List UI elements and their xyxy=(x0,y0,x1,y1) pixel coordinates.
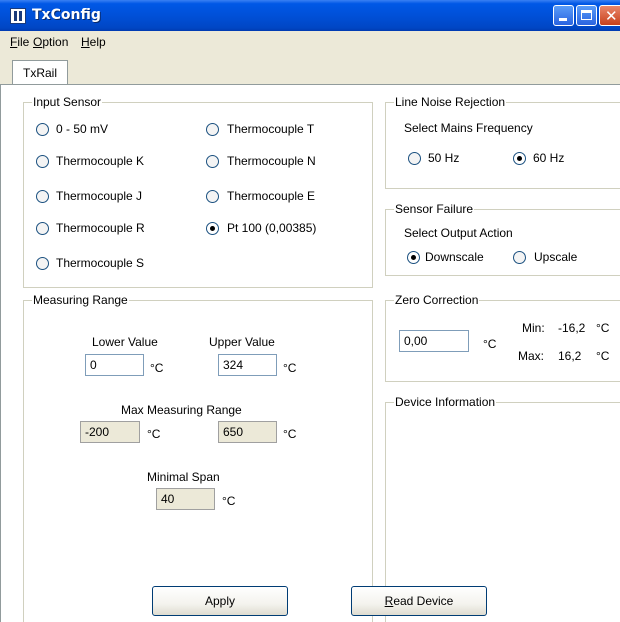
title-bar[interactable]: TxConfig ✕ xyxy=(0,0,620,31)
label-downscale: Downscale xyxy=(425,250,484,264)
tab-txrail[interactable]: TxRail xyxy=(12,60,68,84)
mains-frequency-prompt: Select Mains Frequency xyxy=(404,121,533,135)
radio-downscale[interactable] xyxy=(407,251,420,264)
maximize-button[interactable] xyxy=(576,5,597,26)
output-action-prompt: Select Output Action xyxy=(404,226,513,240)
device-information-title: Device Information xyxy=(394,395,497,409)
zero-correction-unit: °C xyxy=(483,337,497,351)
maximize-icon xyxy=(581,10,592,20)
max-range-min-unit: °C xyxy=(147,427,161,441)
lower-value-label: Lower Value xyxy=(92,335,158,349)
label-upscale: Upscale xyxy=(534,250,578,264)
read-device-label-rest: ead Device xyxy=(393,594,454,608)
label-thermocouple-s: Thermocouple S xyxy=(56,256,145,270)
zero-min-value: -16,2 xyxy=(558,321,586,335)
max-measuring-range-label: Max Measuring Range xyxy=(121,403,242,417)
radio-thermocouple-s[interactable] xyxy=(36,257,49,270)
sensor-failure-title: Sensor Failure xyxy=(394,202,475,216)
zero-max-value: 16,2 xyxy=(558,349,582,363)
measuring-range-title: Measuring Range xyxy=(32,293,129,307)
radio-thermocouple-e[interactable] xyxy=(206,190,219,203)
radio-thermocouple-t[interactable] xyxy=(206,123,219,136)
close-button[interactable]: ✕ xyxy=(599,5,620,26)
read-device-button[interactable]: Read Device xyxy=(351,586,487,616)
zero-min-label: Min: xyxy=(522,321,545,335)
radio-thermocouple-r[interactable] xyxy=(36,222,49,235)
radio-50hz[interactable] xyxy=(408,152,421,165)
line-noise-title: Line Noise Rejection xyxy=(394,95,507,109)
window-title: TxConfig xyxy=(32,7,101,23)
tab-txrail-label: TxRail xyxy=(23,66,58,80)
max-range-min-field xyxy=(80,421,140,443)
input-sensor-title: Input Sensor xyxy=(32,95,103,109)
minimal-span-label: Minimal Span xyxy=(147,470,220,484)
zero-correction-title: Zero Correction xyxy=(394,293,480,307)
menu-bar: File Option Help xyxy=(0,31,620,51)
label-thermocouple-k: Thermocouple K xyxy=(56,154,145,168)
menu-option-rest: ption xyxy=(42,35,69,49)
close-icon: ✕ xyxy=(605,7,618,25)
menu-file[interactable]: File xyxy=(10,35,29,49)
zero-min-unit: °C xyxy=(596,321,610,335)
sensor-failure-group: Sensor Failure xyxy=(385,202,620,276)
read-device-accel: R xyxy=(384,594,394,608)
line-noise-group: Line Noise Rejection xyxy=(385,95,620,189)
upper-value-unit: °C xyxy=(283,361,297,375)
minimize-icon xyxy=(559,18,567,21)
menu-option[interactable]: Option xyxy=(33,35,68,49)
radio-60hz[interactable] xyxy=(513,152,526,165)
radio-0-50mv[interactable] xyxy=(36,123,49,136)
menu-help-rest: elp xyxy=(89,35,106,49)
label-thermocouple-r: Thermocouple R xyxy=(56,221,145,235)
lower-value-input[interactable] xyxy=(85,354,144,376)
zero-max-unit: °C xyxy=(596,349,610,363)
label-pt100: Pt 100 (0,00385) xyxy=(227,221,317,235)
max-range-max-unit: °C xyxy=(283,427,297,441)
upper-value-label: Upper Value xyxy=(209,335,275,349)
max-range-max-field xyxy=(218,421,277,443)
menu-help[interactable]: Help xyxy=(81,35,106,49)
zero-max-label: Max: xyxy=(518,349,545,363)
apply-button[interactable]: Apply xyxy=(152,586,288,616)
label-thermocouple-e: Thermocouple E xyxy=(227,189,316,203)
app-icon xyxy=(10,8,26,24)
zero-correction-input[interactable] xyxy=(399,330,469,352)
menu-option-accel: O xyxy=(33,35,43,49)
radio-thermocouple-k[interactable] xyxy=(36,155,49,168)
radio-thermocouple-j[interactable] xyxy=(36,190,49,203)
radio-pt100[interactable] xyxy=(206,222,219,235)
radio-thermocouple-n[interactable] xyxy=(206,155,219,168)
minimal-span-unit: °C xyxy=(222,494,236,508)
measuring-range-group: Measuring Range xyxy=(23,293,373,622)
tab-page-txrail: Input Sensor 0 - 50 mV Thermocouple K Th… xyxy=(0,84,620,622)
radio-upscale[interactable] xyxy=(513,251,526,264)
lower-value-unit: °C xyxy=(150,361,164,375)
label-thermocouple-j: Thermocouple J xyxy=(56,189,143,203)
label-thermocouple-n: Thermocouple N xyxy=(227,154,316,168)
label-50hz: 50 Hz xyxy=(428,151,460,165)
label-thermocouple-t: Thermocouple T xyxy=(227,122,315,136)
menu-help-accel: H xyxy=(81,35,90,49)
minimize-button[interactable] xyxy=(553,5,574,26)
minimal-span-field xyxy=(156,488,215,510)
txconfig-window: TxConfig ✕ File Option Help Input Sensor… xyxy=(0,0,620,622)
upper-value-input[interactable] xyxy=(218,354,277,376)
menu-file-rest: ile xyxy=(17,35,30,49)
label-60hz: 60 Hz xyxy=(533,151,565,165)
label-0-50mv: 0 - 50 mV xyxy=(56,122,109,136)
